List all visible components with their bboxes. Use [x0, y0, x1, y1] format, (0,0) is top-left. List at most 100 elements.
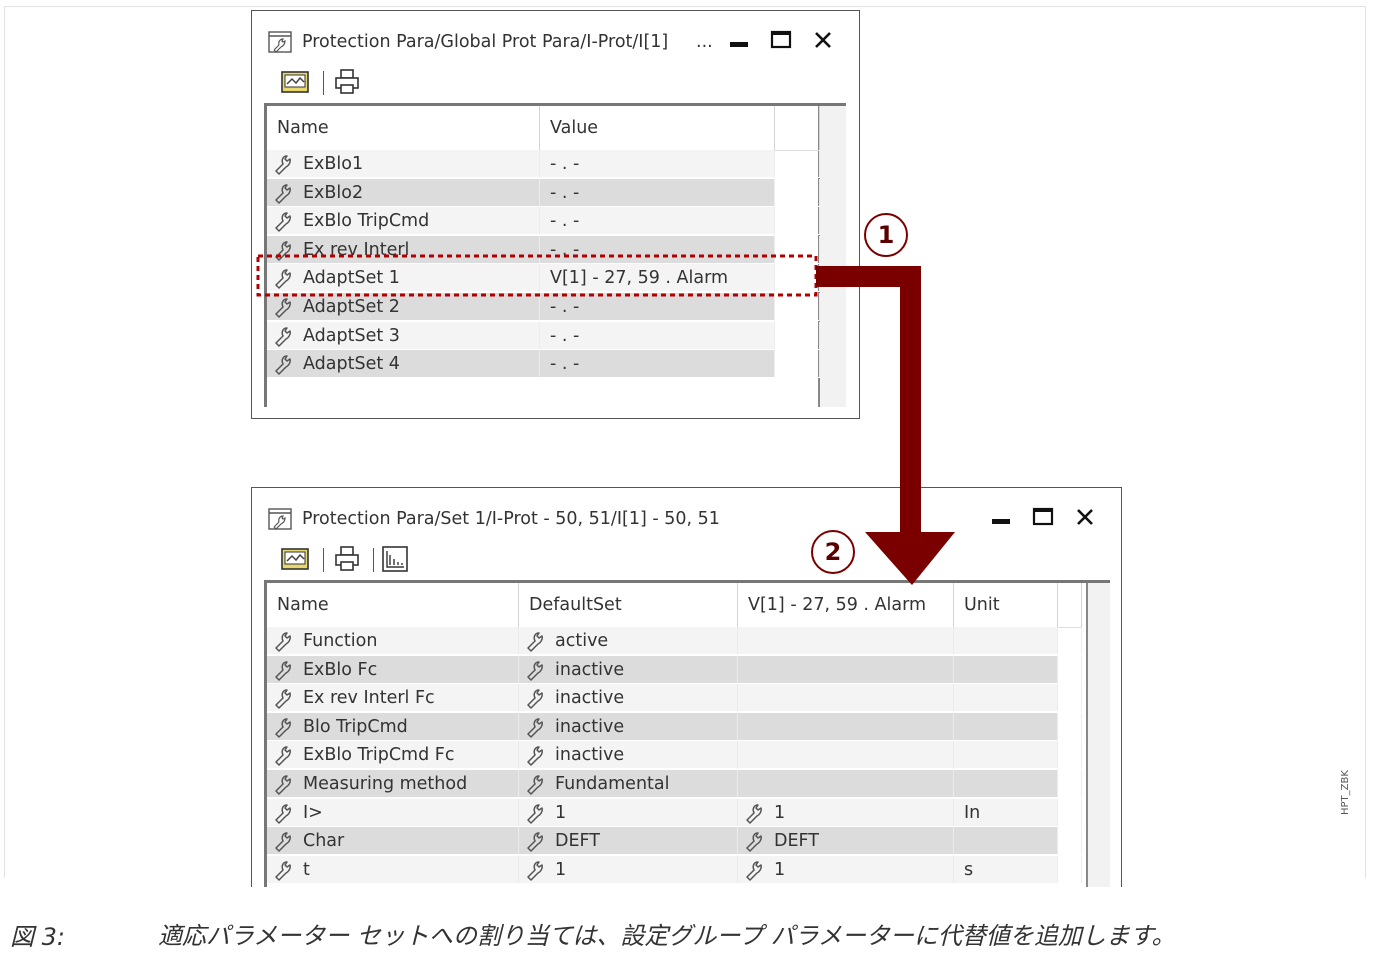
table-row[interactable]: I> 1 1 In	[267, 798, 1082, 827]
table-row[interactable]: t 1 1 s	[267, 855, 1082, 884]
cell-name[interactable]: ExBlo TripCmd Fc	[267, 741, 519, 770]
cell-defaultset[interactable]: 1	[519, 798, 738, 827]
window-toolbar	[280, 67, 859, 101]
table-row[interactable]: Function active	[267, 627, 1082, 655]
table-row[interactable]: Blo TripCmd inactive	[267, 712, 1082, 741]
cell-adaptive-set[interactable]	[738, 741, 954, 770]
cell-unit[interactable]	[954, 655, 1058, 684]
close-button[interactable]	[810, 27, 836, 53]
cell-name[interactable]: Function	[267, 627, 519, 655]
table-row[interactable]: AdaptSet 3 - . -	[267, 321, 820, 350]
cell-name[interactable]: ExBlo TripCmd	[267, 207, 540, 236]
minimize-button[interactable]	[988, 504, 1014, 530]
table-cell-empty	[775, 207, 820, 236]
column-header-name[interactable]: Name	[267, 106, 540, 150]
cell-name[interactable]: AdaptSet 1	[267, 264, 540, 293]
cell-name[interactable]: ExBlo2	[267, 178, 540, 207]
table-row[interactable]: AdaptSet 1 V[1] - 27, 59 . Alarm	[267, 264, 820, 293]
column-header-defaultset[interactable]: DefaultSet	[519, 583, 738, 627]
table-row[interactable]: ExBlo1 - . -	[267, 150, 820, 178]
cell-name[interactable]: Measuring method	[267, 770, 519, 798]
cell-unit[interactable]	[954, 712, 1058, 741]
cell-defaultset[interactable]: inactive	[519, 684, 738, 713]
cell-name[interactable]: ExBlo Fc	[267, 655, 519, 684]
cell-adaptive-set[interactable]: 1	[738, 855, 954, 884]
window-titlebar[interactable]: Protection Para/Set 1/I-Prot - 50, 51/I[…	[252, 488, 1121, 534]
table-row[interactable]: Char DEFT DEFT	[267, 827, 1082, 856]
cell-defaultset-text: 1	[555, 859, 567, 880]
cell-defaultset[interactable]: active	[519, 627, 738, 655]
table-row[interactable]: Measuring method Fundamental	[267, 770, 1082, 798]
cell-adaptive-set[interactable]: 1	[738, 798, 954, 827]
cell-defaultset[interactable]: DEFT	[519, 827, 738, 856]
table-cell-empty	[1058, 684, 1082, 713]
cell-adaptive-set[interactable]	[738, 770, 954, 798]
cell-defaultset[interactable]: inactive	[519, 712, 738, 741]
cell-name[interactable]: ExBlo1	[267, 150, 540, 178]
cell-value[interactable]: - . -	[540, 178, 775, 207]
maximize-button[interactable]	[768, 27, 794, 53]
toolbar-separator	[323, 548, 324, 572]
chart-icon[interactable]	[380, 544, 410, 574]
cell-name[interactable]: AdaptSet 2	[267, 293, 540, 321]
cell-value[interactable]: - . -	[540, 293, 775, 321]
cell-adaptive-set[interactable]: DEFT	[738, 827, 954, 856]
maximize-button[interactable]	[1030, 504, 1056, 530]
table-row[interactable]: AdaptSet 4 - . -	[267, 350, 820, 379]
cell-name[interactable]: AdaptSet 3	[267, 321, 540, 350]
column-header-unit[interactable]: Unit	[954, 583, 1058, 627]
cell-unit[interactable]	[954, 741, 1058, 770]
column-header-value[interactable]: Value	[540, 106, 775, 150]
window-toolbar	[280, 544, 1121, 578]
save-to-device-icon[interactable]	[280, 67, 310, 97]
cell-defaultset[interactable]: 1	[519, 855, 738, 884]
cell-unit[interactable]: In	[954, 798, 1058, 827]
cell-value[interactable]: - . -	[540, 321, 775, 350]
table-cell-empty	[775, 350, 820, 379]
vertical-scrollbar[interactable]	[1086, 583, 1110, 887]
cell-adaptive-set[interactable]	[738, 684, 954, 713]
cell-defaultset[interactable]: Fundamental	[519, 770, 738, 798]
column-header-name[interactable]: Name	[267, 583, 519, 627]
cell-name[interactable]: Char	[267, 827, 519, 856]
cell-name[interactable]: Ex rev Interl	[267, 235, 540, 264]
close-button[interactable]	[1072, 504, 1098, 530]
table-row[interactable]: Ex rev Interl - . -	[267, 235, 820, 264]
table-row[interactable]: Ex rev Interl Fc inactive	[267, 684, 1082, 713]
wrench-icon	[525, 802, 549, 824]
cell-name[interactable]: t	[267, 855, 519, 884]
cell-adaptive-set[interactable]	[738, 627, 954, 655]
save-to-device-icon[interactable]	[280, 544, 310, 574]
table-cell-empty	[1058, 798, 1082, 827]
table-row[interactable]: ExBlo TripCmd - . -	[267, 207, 820, 236]
window-titlebar[interactable]: Protection Para/Global Prot Para/I-Prot/…	[252, 11, 859, 57]
cell-unit[interactable]: s	[954, 855, 1058, 884]
cell-value[interactable]: - . -	[540, 150, 775, 178]
minimize-button[interactable]	[726, 27, 752, 53]
cell-name[interactable]: AdaptSet 4	[267, 350, 540, 379]
cell-defaultset[interactable]: inactive	[519, 741, 738, 770]
cell-value[interactable]: - . -	[540, 350, 775, 379]
cell-value[interactable]: - . -	[540, 207, 775, 236]
cell-unit[interactable]	[954, 827, 1058, 856]
cell-adaptive-set[interactable]	[738, 712, 954, 741]
print-icon[interactable]	[332, 67, 362, 97]
cell-name[interactable]: Blo TripCmd	[267, 712, 519, 741]
print-icon[interactable]	[332, 544, 362, 574]
cell-value[interactable]: - . -	[540, 235, 775, 264]
table-row[interactable]: AdaptSet 2 - . -	[267, 293, 820, 321]
vertical-scrollbar[interactable]	[818, 106, 846, 407]
table-row[interactable]: ExBlo TripCmd Fc inactive	[267, 741, 1082, 770]
cell-unit[interactable]	[954, 627, 1058, 655]
cell-value[interactable]: V[1] - 27, 59 . Alarm	[540, 264, 775, 293]
table-row[interactable]: ExBlo2 - . -	[267, 178, 820, 207]
cell-unit[interactable]	[954, 770, 1058, 798]
cell-unit[interactable]	[954, 684, 1058, 713]
table-row[interactable]: ExBlo Fc inactive	[267, 655, 1082, 684]
cell-defaultset[interactable]: inactive	[519, 655, 738, 684]
cell-adaptive-set[interactable]	[738, 655, 954, 684]
cell-name[interactable]: Ex rev Interl Fc	[267, 684, 519, 713]
cell-name[interactable]: I>	[267, 798, 519, 827]
wrench-icon	[273, 267, 297, 289]
column-header-adaptive-set[interactable]: V[1] - 27, 59 . Alarm	[738, 583, 954, 627]
